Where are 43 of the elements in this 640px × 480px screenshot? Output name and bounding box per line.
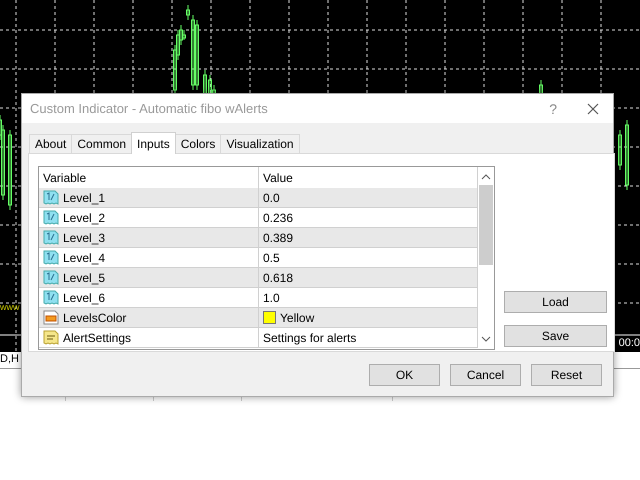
variable-name: Level_4 [63,250,106,264]
number-type-icon [43,210,59,226]
variable-name: AlertSettings [63,330,132,344]
variable-name: Level_2 [63,210,106,224]
variable-value[interactable]: 0.236 [263,210,294,224]
number-type-icon [43,270,59,286]
tab[interactable]: About [29,134,72,153]
number-type-icon [43,290,59,306]
variable-name: LevelsColor [63,310,126,324]
text-type-icon [43,330,59,346]
color-type-icon [43,310,59,326]
variable-value[interactable]: 1.0 [263,290,280,304]
time-axis-label: 00:0 [618,337,640,349]
help-button[interactable]: ? [549,100,557,116]
variable-value[interactable]: 0.389 [263,230,294,244]
dialog-button[interactable]: Cancel [450,364,521,386]
side-button[interactable]: Save [504,325,607,347]
scroll-up-icon[interactable] [481,173,491,181]
dialog-button[interactable]: Reset [531,364,602,386]
number-type-icon [43,230,59,246]
side-button[interactable]: Load [504,291,607,313]
tab[interactable]: Inputs [131,132,176,154]
variable-name: Level_1 [63,190,106,204]
chart-watermark-text: www [0,302,20,312]
scrollbar-thumb[interactable] [479,185,493,265]
variable-value[interactable]: 0.618 [263,270,294,284]
scroll-down-icon[interactable] [481,335,491,343]
close-icon[interactable] [587,102,599,114]
column-header[interactable]: Value [263,170,293,184]
column-header[interactable]: Variable [43,170,86,184]
number-type-icon [43,250,59,266]
chart-tab[interactable]: D,H [0,352,19,367]
variable-name: Level_6 [63,290,106,304]
variable-value[interactable]: Settings for alerts [263,330,356,344]
dialog-button[interactable]: OK [369,364,440,386]
variable-value[interactable]: 0.5 [263,250,280,264]
variable-name: Level_5 [63,270,106,284]
number-type-icon [43,190,59,206]
window-title: Custom Indicator - Automatic fibo wAlerts [30,101,269,116]
tab[interactable]: Visualization [220,134,300,153]
variable-name: Level_3 [63,230,106,244]
variable-value[interactable]: Yellow [280,310,314,324]
variable-value[interactable]: 0.0 [263,190,280,204]
